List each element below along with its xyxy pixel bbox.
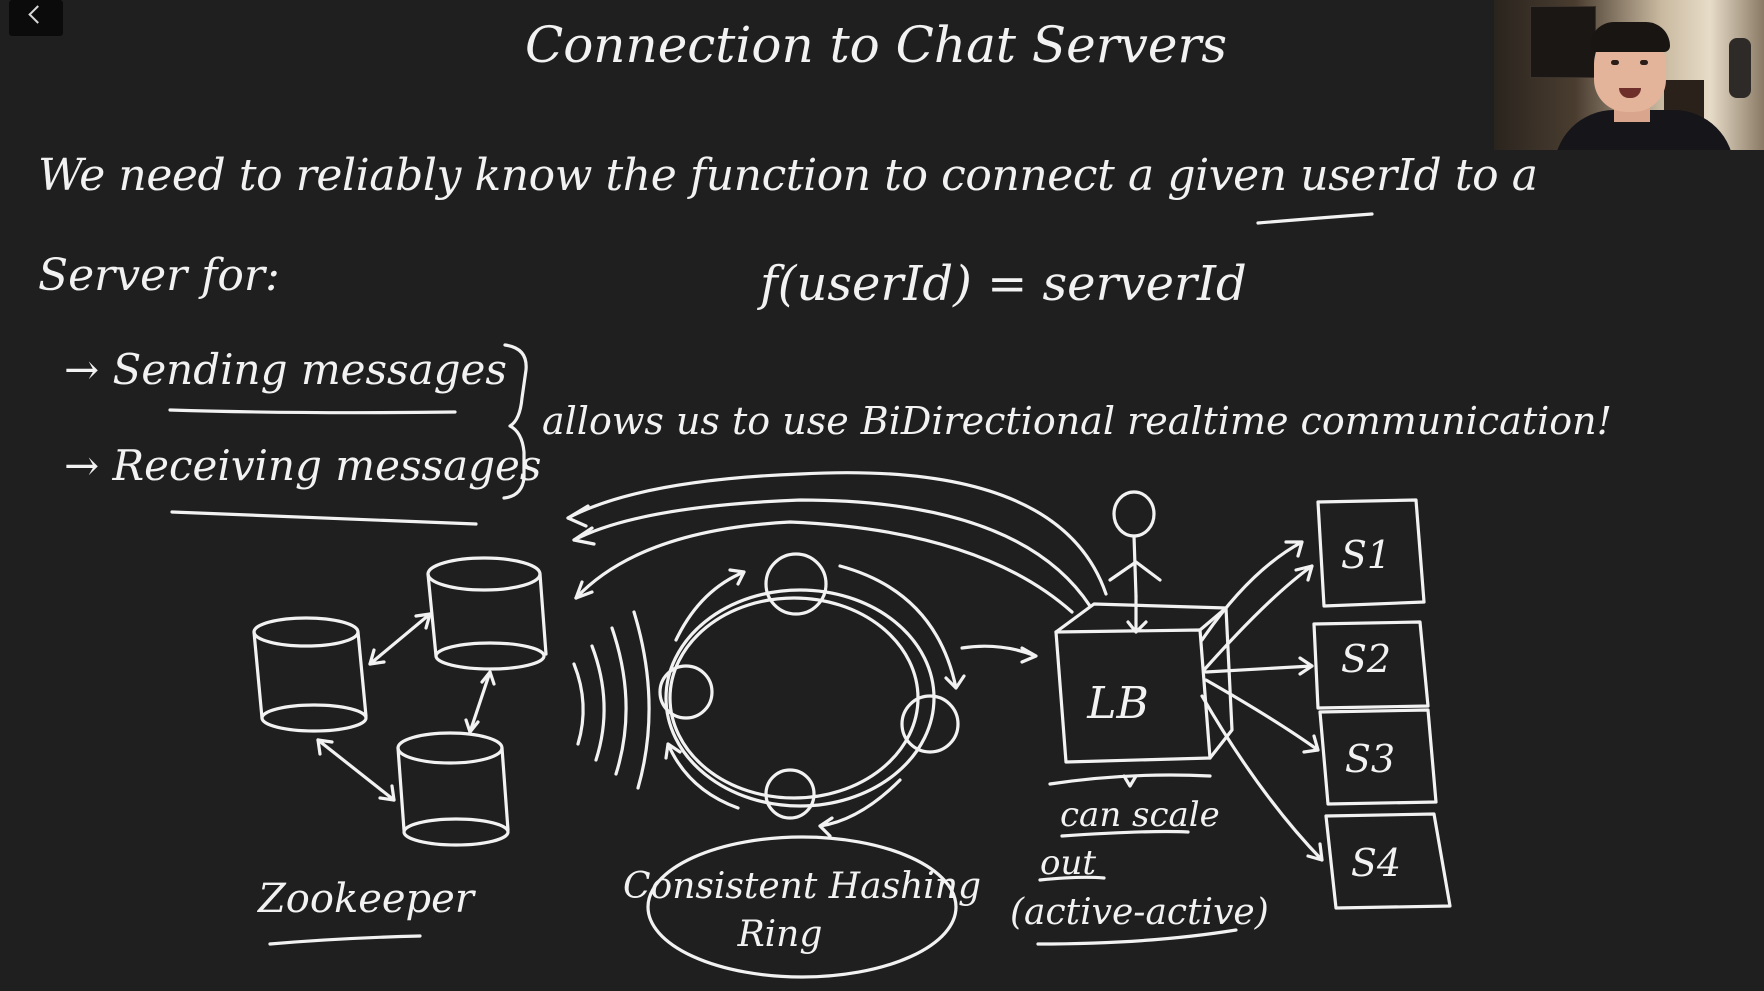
page-title: Connection to Chat Servers bbox=[525, 16, 1227, 74]
sending-underline bbox=[168, 408, 457, 415]
zookeeper-node-2 bbox=[426, 556, 548, 671]
intro-line-2: Server for: bbox=[38, 250, 280, 301]
userid-underline bbox=[1256, 212, 1374, 225]
server-s2-label: S2 bbox=[1341, 637, 1391, 681]
presenter-webcam bbox=[1494, 0, 1764, 150]
server-s1-label: S1 bbox=[1341, 533, 1391, 577]
bullet-receiving: → Receiving messages bbox=[64, 441, 541, 490]
lb-label: LB bbox=[1086, 678, 1149, 729]
server-s3-label: S3 bbox=[1345, 737, 1395, 781]
chevron-left-icon bbox=[28, 5, 47, 24]
zookeeper-underline bbox=[268, 934, 422, 946]
intro-line-1: We need to reliably know the function to… bbox=[38, 150, 1538, 201]
formula: f(userId) = serverId bbox=[757, 256, 1247, 312]
back-button[interactable] bbox=[9, 0, 63, 36]
receiving-underline bbox=[170, 510, 478, 526]
server-s4-label: S4 bbox=[1351, 841, 1401, 885]
client-user-figure bbox=[1108, 490, 1162, 634]
scale-note-line-1: can scale bbox=[1060, 795, 1220, 835]
bullet-sending: → Sending messages bbox=[64, 345, 507, 394]
zookeeper-label: Zookeeper bbox=[256, 876, 477, 922]
zookeeper-node-3 bbox=[396, 731, 510, 847]
ring-label-line-1: Consistent Hashing bbox=[623, 866, 981, 907]
scale-note-line-3: (active-active) bbox=[1010, 892, 1269, 933]
brace-note: allows us to use BiDirectional realtime … bbox=[542, 399, 1612, 443]
broadcast-waves bbox=[572, 610, 651, 790]
zookeeper-node-1 bbox=[252, 616, 368, 733]
lb-to-server-arrows bbox=[1200, 540, 1324, 862]
feedback-arcs bbox=[566, 471, 1108, 614]
hashing-ring bbox=[658, 552, 966, 838]
ring-to-lb-arrow bbox=[960, 644, 1038, 664]
ring-label-bubble bbox=[646, 835, 958, 979]
ring-label-line-2: Ring bbox=[737, 914, 823, 955]
